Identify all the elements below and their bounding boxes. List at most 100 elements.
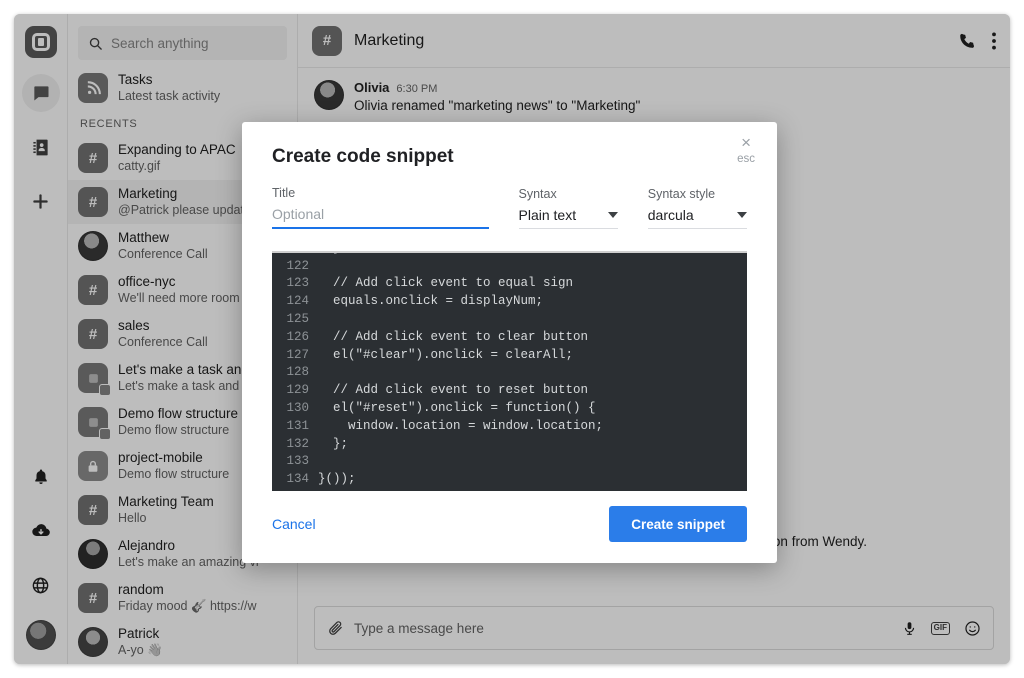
sidebar-item-random[interactable]: # random Friday mood 🎸 https://w <box>68 576 297 620</box>
rail-bottom-group <box>14 442 67 664</box>
code-line-text: // Add click event to equal sign <box>318 276 574 291</box>
rail-item-notifications[interactable] <box>22 458 60 496</box>
code-line-number: 121 <box>272 253 318 255</box>
message-item: Olivia 6:30 PM Olivia renamed "marketing… <box>314 80 994 116</box>
chat-header: # Marketing <box>298 14 1010 68</box>
hash-icon: # <box>78 275 108 305</box>
phone-icon[interactable] <box>958 32 976 50</box>
plus-icon <box>31 192 50 211</box>
code-line-text: equals.onclick = displayNum; <box>318 294 544 309</box>
code-line-text: el("#clear").onclick = clearAll; <box>318 347 574 362</box>
code-line-number: 133 <box>286 454 309 469</box>
cloud-download-icon <box>31 521 51 541</box>
rail-item-contacts[interactable] <box>22 128 60 166</box>
syntax-field-label: Syntax <box>518 187 557 201</box>
chevron-down-icon <box>736 212 747 218</box>
code-line: 126 // Add click event to clear button <box>272 328 747 346</box>
emoji-smiley-icon[interactable] <box>964 620 981 637</box>
cancel-button[interactable]: Cancel <box>272 516 316 532</box>
code-line: 122 <box>272 257 747 275</box>
hash-icon: # <box>78 187 108 217</box>
code-line-text: // Add click event to clear button <box>318 329 589 344</box>
gif-icon[interactable]: GIF <box>930 621 950 635</box>
syntax-field-group: Syntax Plain text <box>518 187 618 229</box>
title-field-label: Title <box>272 186 296 200</box>
search-input[interactable]: Search anything <box>78 26 287 60</box>
rail-item-help[interactable] <box>22 566 60 604</box>
dialog-title: Create code snippet <box>272 146 454 167</box>
code-editor-content: 121 } 122 123 // Add click event to equal … <box>272 253 747 488</box>
sidebar-item-patrick[interactable]: Patrick A-yo 👋 <box>68 620 297 664</box>
sidebar-item-subtitle: Friday mood 🎸 https://w <box>118 599 257 613</box>
rss-feed-icon <box>78 73 108 103</box>
code-line-text: // Add click event to reset button <box>318 383 589 398</box>
code-editor[interactable]: 121 } 122 123 // Add click event to equal … <box>272 251 747 491</box>
code-line-number: 131 <box>286 418 309 433</box>
code-line: 133 <box>272 453 747 471</box>
rail-item-add[interactable] <box>22 182 60 220</box>
sidebar-item-title: Patrick <box>118 626 160 641</box>
chat-logo-icon[interactable] <box>24 26 57 58</box>
header-actions <box>958 32 996 50</box>
paperclip-icon[interactable] <box>327 620 344 637</box>
avatar <box>78 231 108 261</box>
rail-item-downloads[interactable] <box>22 512 60 550</box>
code-line: 125 <box>272 310 747 328</box>
syntax-style-select[interactable]: darcula <box>647 207 747 229</box>
code-line: 132 }; <box>272 435 747 453</box>
title-field-group: Title <box>272 186 489 229</box>
code-line-text: }; <box>318 436 349 451</box>
create-code-snippet-dialog: × esc Create code snippet Title Syntax P… <box>242 122 777 563</box>
rail-item-chat[interactable] <box>21 74 60 112</box>
document-icon <box>78 363 111 396</box>
hash-icon: # <box>78 143 108 173</box>
page-title: Marketing <box>354 31 425 49</box>
code-line: 123 // Add click event to equal sign <box>272 275 747 293</box>
sidebar-item-subtitle: Latest task activity <box>118 89 221 103</box>
hash-icon: # <box>78 319 108 349</box>
message-text: Olivia renamed "marketing news" to "Mark… <box>354 98 641 113</box>
code-line-number: 128 <box>286 365 309 380</box>
bell-icon <box>32 468 50 486</box>
composer-wrapper: Type a message here GIF <box>298 598 1010 664</box>
search-placeholder: Search anything <box>111 35 209 51</box>
code-line-text: window.location = window.location; <box>318 418 604 433</box>
code-line-number: 127 <box>286 347 309 362</box>
code-line: 129 // Add click event to reset button <box>272 381 747 399</box>
search-wrapper: Search anything <box>68 14 297 66</box>
message-input-placeholder[interactable]: Type a message here <box>354 621 892 636</box>
create-snippet-button[interactable]: Create snippet <box>609 506 747 542</box>
sidebar-item-title: Tasks <box>118 72 153 87</box>
close-button[interactable]: × esc <box>737 133 755 165</box>
message-timestamp: 6:30 PM <box>396 83 438 95</box>
code-line: 130 el("#reset").onclick = function() { <box>272 399 747 417</box>
avatar <box>78 539 108 569</box>
sidebar-item-tasks[interactable]: Tasks Latest task activity <box>68 66 297 110</box>
dialog-fields: Title Syntax Plain text Syntax style dar… <box>242 168 777 229</box>
message-composer[interactable]: Type a message here GIF <box>314 606 994 650</box>
left-icon-rail <box>14 14 68 664</box>
syntax-style-field-group: Syntax style darcula <box>647 187 747 229</box>
code-line-number: 130 <box>286 401 309 416</box>
message-author: Olivia <box>354 80 390 95</box>
microphone-icon[interactable] <box>902 620 917 637</box>
hash-icon: # <box>78 583 108 613</box>
chevron-down-icon <box>607 212 618 218</box>
code-line-number: 124 <box>286 294 309 309</box>
syntax-style-select-value: darcula <box>647 207 694 223</box>
avatar <box>314 80 344 110</box>
close-icon: × <box>741 133 752 152</box>
syntax-select[interactable]: Plain text <box>518 207 618 229</box>
hash-icon: # <box>312 25 342 56</box>
hash-icon: # <box>78 495 108 525</box>
title-input[interactable] <box>272 206 489 229</box>
code-line-text: el("#reset").onclick = function() { <box>318 401 596 416</box>
sidebar-item-title: random <box>118 582 164 597</box>
screen: Search anything Tasks Latest task activi… <box>0 0 1024 678</box>
user-avatar[interactable] <box>25 620 56 650</box>
more-vertical-icon[interactable] <box>992 32 996 50</box>
sidebar-item-subtitle: A-yo 👋 <box>118 643 163 657</box>
code-line-number: 123 <box>286 276 309 291</box>
syntax-select-value: Plain text <box>518 207 577 223</box>
code-line-number: 129 <box>286 383 309 398</box>
